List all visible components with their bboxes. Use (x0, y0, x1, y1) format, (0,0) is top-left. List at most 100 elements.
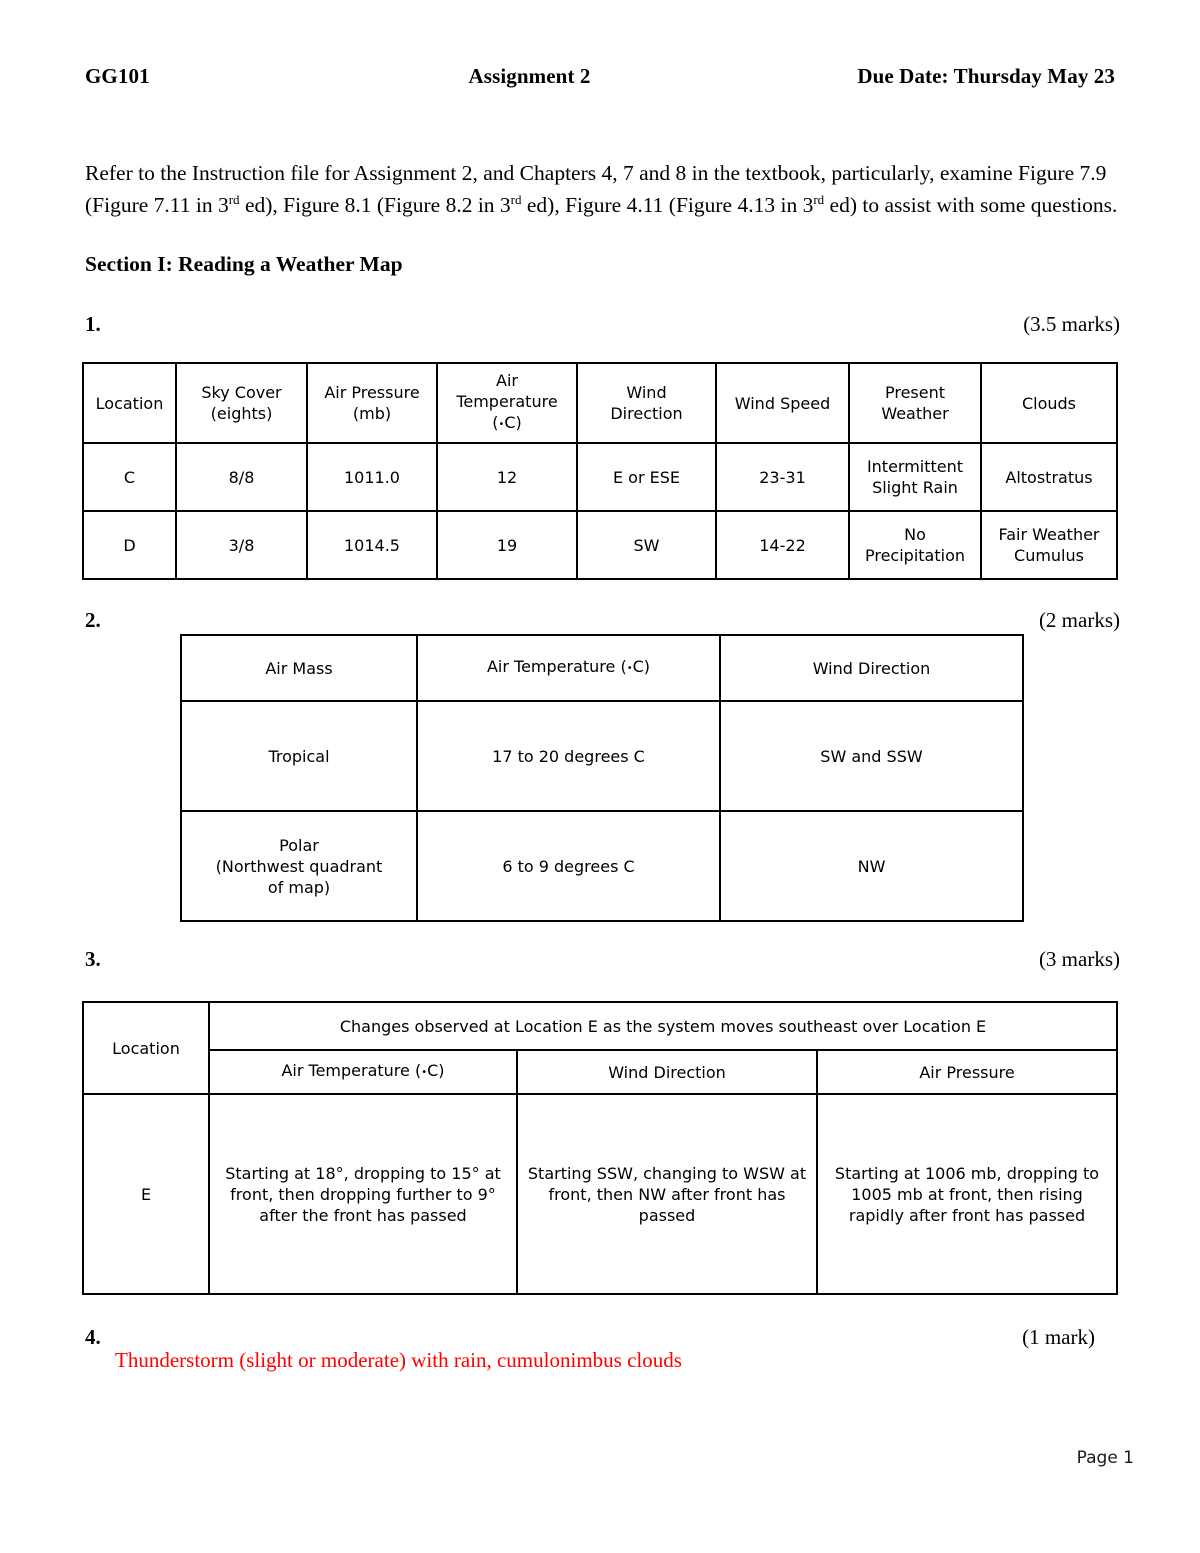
col-header-wind-direction: Wind Direction (516, 1049, 818, 1095)
table-row: E Starting at 18°, dropping to 15° at fr… (82, 1093, 1119, 1295)
col-header-sky-cover: Sky Cover (eights) (175, 362, 308, 444)
question-1-number: 1. (85, 312, 101, 336)
course-code: GG101 (85, 64, 150, 88)
intro-line-3: with some questions. (936, 192, 1118, 217)
question-4-answer[interactable]: Thunderstorm (slight or moderate) with r… (115, 1348, 682, 1373)
cell-air-temperature-d[interactable]: 19 (436, 510, 578, 580)
question-2-marks: (2 marks) (1038, 608, 1120, 632)
section-heading: Section I: Reading a Weather Map (85, 252, 403, 276)
question-4-marks: (1 mark) (1022, 1325, 1095, 1349)
intro-line-2d: ed) to assist (824, 192, 932, 217)
col-header-location: Location (82, 1001, 210, 1095)
question-1-row: 1. (3.5 marks) (85, 312, 1120, 337)
cell-wind-speed-c[interactable]: 23-31 (715, 442, 850, 512)
col-header-present-weather-line2: Weather (881, 404, 949, 423)
cell-air-mass-tropical: Tropical (180, 700, 418, 812)
col-header-air-pressure: Air Pressure (815, 1049, 1119, 1095)
document-page: GG101 Assignment 2 Due Date: Thursday Ma… (0, 0, 1200, 1553)
col-header-air-temperature: Air Temperature ( C) (208, 1049, 518, 1095)
col-header-air-temperature-unit: C) (427, 1061, 445, 1080)
cell-present-weather-d[interactable]: No Precipitation (848, 510, 982, 580)
question-3-row: 3. (3 marks) (85, 947, 1120, 972)
assignment-title: Assignment 2 (468, 64, 591, 88)
col-header-air-temperature-label: Air Temperature ( (486, 657, 627, 676)
cell-clouds-c[interactable]: Altostratus (980, 442, 1118, 512)
table-row: D 3/8 1014.5 19 SW 14-22 No Precipitatio… (82, 510, 1118, 580)
col-header-air-temp-unit-text: C) (504, 413, 522, 432)
cell-air-temperature-polar[interactable]: 6 to 9 degrees C (416, 810, 721, 922)
col-header-air-pressure-label: Air Pressure (324, 383, 420, 402)
col-header-air-temperature: Air Temperature ( C) (416, 634, 721, 702)
cell-air-temperature-e[interactable]: Starting at 18°, dropping to 15° at fron… (208, 1093, 518, 1295)
col-header-air-temperature: Air Temperature (C) (436, 362, 578, 444)
table-header-row: Location Sky Cover (eights) Air Pressure… (82, 362, 1118, 444)
col-header-wind-direction: Wind Direction (719, 634, 1024, 702)
col-header-air-temp-unit: (C) (492, 413, 522, 432)
air-mass-table: Air Mass Air Temperature ( C) Wind Direct… (180, 634, 1024, 922)
cell-air-mass-polar-line1: Polar (279, 835, 319, 855)
col-header-wind-speed: Wind Speed (715, 362, 850, 444)
col-header-air-pressure: Air Pressure (mb) (306, 362, 438, 444)
cell-present-weather-c[interactable]: Intermittent Slight Rain (848, 442, 982, 512)
cell-wind-direction-d[interactable]: SW (576, 510, 717, 580)
col-header-wind-dir-line1: Wind (626, 383, 667, 402)
table-header-row-sub: Air Temperature ( C) Wind Direction Air P… (83, 1049, 1119, 1095)
cell-location-d: D (82, 510, 177, 580)
cell-air-temperature-c[interactable]: 12 (436, 442, 578, 512)
col-header-air-temp-line1: Air (496, 371, 518, 390)
question-4-row: 4. (1 mark) (85, 1325, 1095, 1350)
question-4-number: 4. (85, 1325, 101, 1349)
table-row: Tropical 17 to 20 degrees C SW and SSW (180, 700, 1024, 812)
col-header-air-mass: Air Mass (180, 634, 418, 702)
table-row: Polar (Northwest quadrant of map) 6 to 9… (180, 810, 1024, 922)
intro-line-2b: ed), Figure 8.1 (Figure 8.2 in 3 (239, 192, 511, 217)
table-row: C 8/8 1011.0 12 E or ESE 23-31 Intermitt… (82, 442, 1118, 512)
cell-air-pressure-c[interactable]: 1011.0 (306, 442, 438, 512)
table-header-row-top: Location Changes observed at Location E … (82, 1001, 1119, 1095)
col-header-present-weather: Present Weather (848, 362, 982, 444)
intro-line-2c: ed), Figure 4.11 (Figure 4.13 in 3 (521, 192, 814, 217)
cell-clouds-d[interactable]: Fair Weather Cumulus (980, 510, 1118, 580)
table-header-row: Air Mass Air Temperature ( C) Wind Direct… (180, 634, 1024, 702)
cell-air-temperature-tropical[interactable]: 17 to 20 degrees C (416, 700, 721, 812)
question-1-marks: (3.5 marks) (1023, 312, 1120, 336)
document-header: GG101 Assignment 2 Due Date: Thursday Ma… (85, 64, 1115, 89)
cell-air-mass-polar-line2: (Northwest quadrant (215, 856, 383, 876)
location-e-changes-table: Location Changes observed at Location E … (82, 1001, 1119, 1295)
cell-sky-cover-c[interactable]: 8/8 (175, 442, 308, 512)
question-3-marks: (3 marks) (1038, 947, 1120, 971)
cell-location-c: C (82, 442, 177, 512)
col-header-present-weather-line1: Present (884, 383, 946, 402)
cell-wind-direction-e[interactable]: Starting SSW, changing to WSW at front, … (516, 1093, 818, 1295)
col-header-air-temp-line2: Temperature (456, 392, 558, 411)
col-header-wind-dir-line2: Direction (610, 404, 683, 423)
col-header-sky-cover-label: Sky Cover (201, 383, 282, 402)
ordinal-suffix-1: rd (228, 191, 240, 207)
col-header-wind-direction: Wind Direction (576, 362, 717, 444)
cell-wind-direction-polar[interactable]: NW (719, 810, 1024, 922)
question-2-row: 2. (2 marks) (85, 608, 1120, 633)
cell-wind-direction-tropical[interactable]: SW and SSW (719, 700, 1024, 812)
cell-air-pressure-d[interactable]: 1014.5 (306, 510, 438, 580)
cell-wind-direction-c[interactable]: E or ESE (576, 442, 717, 512)
col-header-sky-cover-unit: (eights) (210, 404, 273, 423)
col-header-air-temperature-unit: C) (632, 657, 651, 676)
intro-paragraph: Refer to the Instruction file for Assign… (85, 157, 1135, 221)
cell-air-mass-polar-line3: of map) (267, 877, 331, 897)
col-header-air-pressure-unit: (mb) (352, 404, 392, 423)
col-header-air-temperature-label: Air Temperature ( (281, 1061, 422, 1080)
intro-line-1: Refer to the Instruction file for Assign… (85, 160, 1013, 185)
ordinal-suffix-2: rd (510, 191, 522, 207)
weather-observations-table: Location Sky Cover (eights) Air Pressure… (82, 362, 1118, 580)
cell-sky-cover-d[interactable]: 3/8 (175, 510, 308, 580)
ordinal-suffix-3: rd (813, 191, 825, 207)
col-header-changes-span: Changes observed at Location E as the sy… (207, 1001, 1119, 1051)
col-header-clouds: Clouds (980, 362, 1118, 444)
page-footer: Page 1 (1076, 1448, 1134, 1468)
question-3-number: 3. (85, 947, 101, 971)
cell-wind-speed-d[interactable]: 14-22 (715, 510, 850, 580)
due-date: Due Date: Thursday May 23 (857, 64, 1115, 88)
question-2-number: 2. (85, 608, 101, 632)
cell-air-pressure-e[interactable]: Starting at 1006 mb, dropping to 1005 mb… (815, 1093, 1119, 1295)
cell-location-e: E (82, 1093, 210, 1295)
